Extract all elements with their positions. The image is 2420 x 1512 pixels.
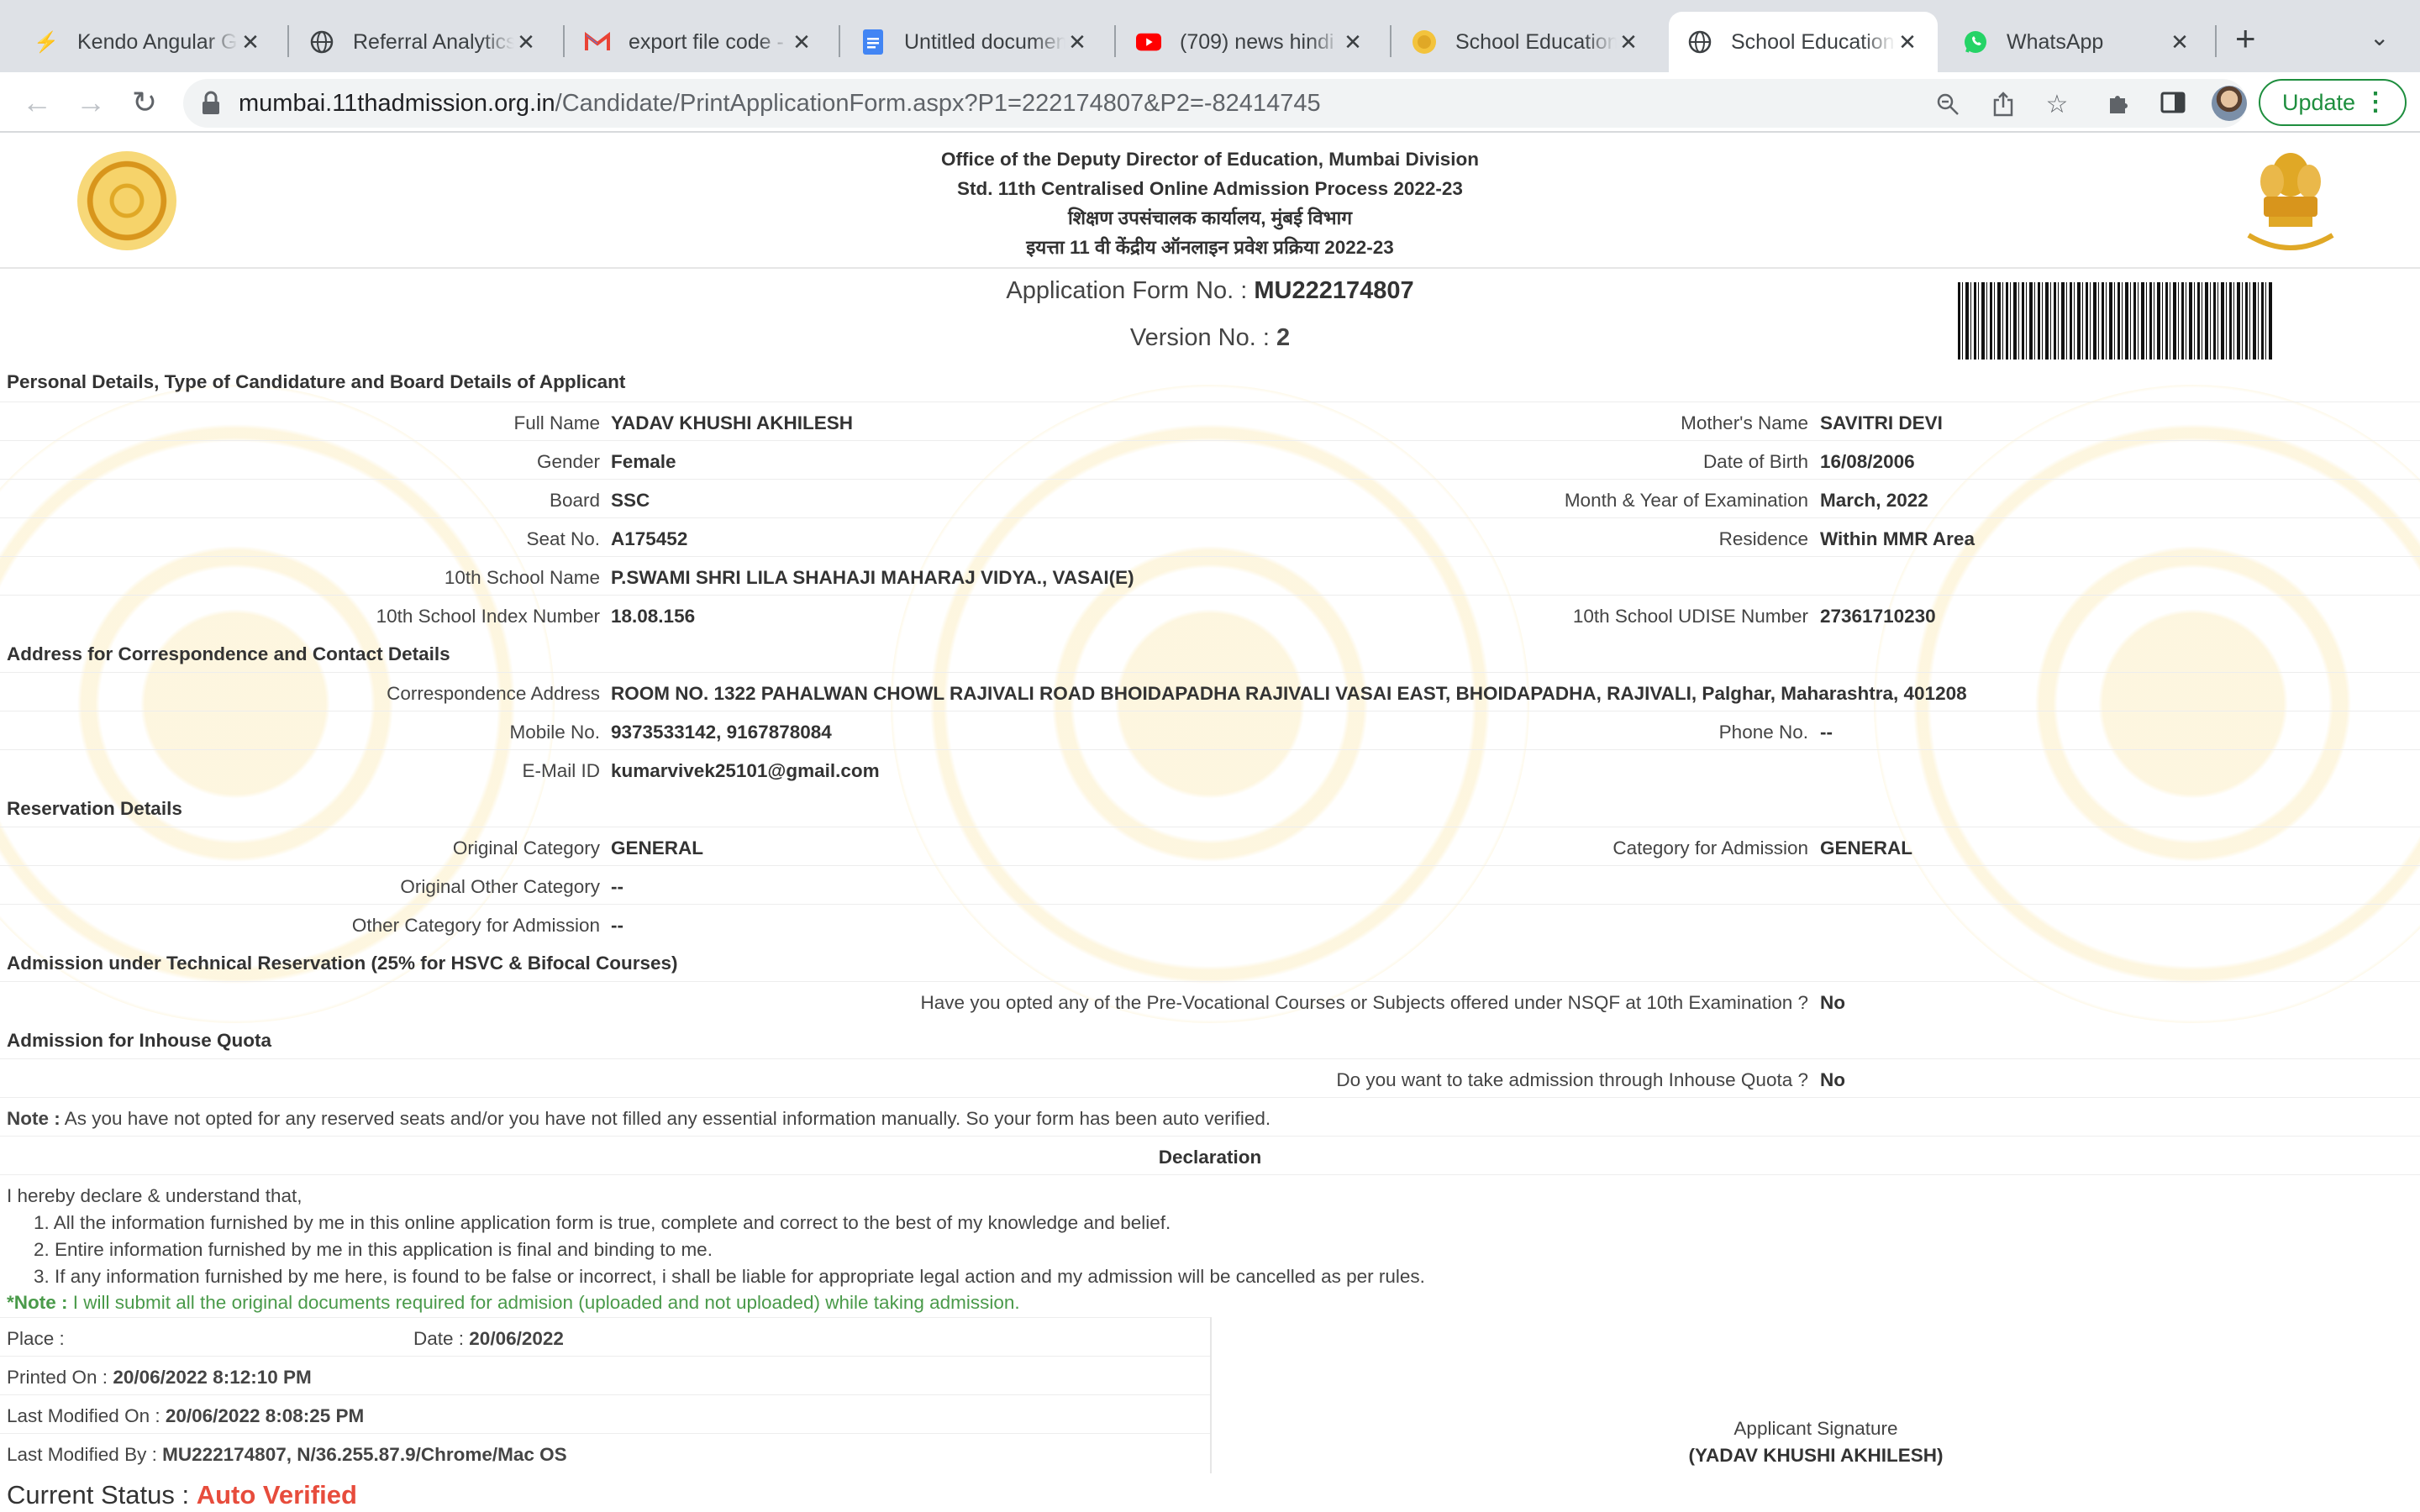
- address-bar[interactable]: mumbai.11thadmission.org.in/Candidate/Pr…: [183, 79, 2247, 128]
- close-icon[interactable]: ✕: [1896, 29, 1919, 55]
- lock-icon[interactable]: [202, 91, 220, 116]
- row-original-other-category: Original Other Category --: [0, 865, 2420, 904]
- auto-verified-note: Note : As you have not opted for any res…: [0, 1097, 2420, 1136]
- tab-title: Kendo Angular Gr: [77, 29, 239, 54]
- tab-gmail[interactable]: export file code - ✕: [566, 12, 832, 72]
- section-reservation: Reservation Details: [7, 798, 182, 819]
- document-note: *Note : I will submit all the original d…: [7, 1292, 1020, 1313]
- row-other-category-admission: Other Category for Admission --: [0, 904, 2420, 942]
- row-name: Full Name YADAV KHUSHI AKHILESH Mother's…: [0, 402, 2420, 440]
- seal-icon: [1412, 29, 1437, 55]
- national-emblem-logo: [2247, 153, 2334, 250]
- globe-icon: [309, 29, 334, 55]
- tab-school-education-2[interactable]: School Education ✕: [1669, 12, 1938, 72]
- section-personal-details: Personal Details, Type of Candidature an…: [7, 371, 626, 392]
- barcode: [1958, 282, 2272, 360]
- row-school: 10th School Name P.SWAMI SHRI LILA SHAHA…: [0, 556, 2420, 595]
- tab-kendo[interactable]: ⚡ Kendo Angular Gr ✕: [15, 12, 281, 72]
- row-nsqf-question: Have you opted any of the Pre-Vocational…: [0, 981, 2420, 1020]
- new-tab-button[interactable]: +: [2235, 21, 2256, 56]
- office-title-marathi: शिक्षण उपसंचालक कार्यालय, मुंबई विभाग: [1067, 207, 1353, 228]
- signature-label: Applicant Signature: [1733, 1418, 1898, 1439]
- close-icon[interactable]: ✕: [1341, 29, 1365, 55]
- office-title: Office of the Deputy Director of Educati…: [940, 149, 1480, 170]
- side-panel-icon[interactable]: [2154, 84, 2191, 121]
- row-gender: Gender Female Date of Birth 16/08/2006: [0, 440, 2420, 479]
- gmail-icon: [585, 29, 610, 55]
- extensions-icon[interactable]: [2101, 84, 2138, 121]
- browser-toolbar: ← → ↻ mumbai.11thadmission.org.in/Candid…: [0, 72, 2420, 133]
- signature-name: (YADAV KHUSHI AKHILESH): [1688, 1445, 1944, 1466]
- tab-title: Untitled documen: [904, 29, 1065, 54]
- row-inhouse-question: Do you want to take admission through In…: [0, 1058, 2420, 1097]
- bookmark-star-icon[interactable]: ☆: [2040, 87, 2074, 121]
- section-inhouse-quota: Admission for Inhouse Quota: [7, 1030, 272, 1051]
- row-mobile: Mobile No. 9373533142, 9167878084 Phone …: [0, 711, 2420, 749]
- youtube-icon: [1136, 29, 1161, 55]
- tab-strip: ⚡ Kendo Angular Gr ✕ Referral Analytics …: [0, 0, 2420, 72]
- close-icon[interactable]: ✕: [1617, 29, 1640, 55]
- row-correspondence-address: Correspondence Address ROOM NO. 1322 PAH…: [0, 672, 2420, 711]
- declaration-heading-row: Declaration: [0, 1136, 2420, 1174]
- tab-school-education-1[interactable]: School Education ✕: [1393, 12, 1659, 72]
- current-status: Current Status : Auto Verified: [7, 1480, 357, 1509]
- close-icon[interactable]: ✕: [790, 29, 813, 55]
- tab-youtube[interactable]: (709) news hindi ✕: [1118, 12, 1383, 72]
- row-original-category: Original Category GENERAL Category for A…: [0, 827, 2420, 865]
- process-title-marathi: इयत्ता 11 वी केंद्रीय ऑनलाइन प्रवेश प्रक…: [1026, 237, 1394, 258]
- update-button[interactable]: Update ⋮: [2259, 79, 2407, 126]
- close-icon[interactable]: ✕: [1065, 29, 1089, 55]
- more-icon: ⋮: [2363, 88, 2388, 116]
- profile-avatar[interactable]: [2212, 86, 2247, 121]
- tab-title: School Education: [1731, 29, 1895, 54]
- tab-title: Referral Analytics: [353, 29, 514, 54]
- tab-whatsapp[interactable]: WhatsApp ✕: [1944, 12, 2210, 72]
- close-icon[interactable]: ✕: [2168, 29, 2191, 55]
- globe-icon: [1687, 29, 1712, 55]
- row-last-modified-on: Last Modified On : 20/06/2022 8:08:25 PM: [0, 1394, 1210, 1433]
- close-icon[interactable]: ✕: [239, 29, 262, 55]
- tab-referral[interactable]: Referral Analytics ✕: [291, 12, 556, 72]
- row-school-index: 10th School Index Number 18.08.156 10th …: [0, 595, 2420, 633]
- whatsapp-icon: [1963, 29, 1988, 55]
- mother-name-value: SAVITRI DEVI: [1820, 412, 1943, 433]
- declaration-item: 1. All the information furnished by me i…: [34, 1212, 1171, 1233]
- url-text[interactable]: mumbai.11thadmission.org.in/Candidate/Pr…: [239, 90, 1321, 118]
- row-printed-on: Printed On : 20/06/2022 8:12:10 PM: [0, 1356, 1210, 1394]
- section-technical-reservation: Admission under Technical Reservation (2…: [7, 953, 678, 974]
- row-place-date: Place : Date : 20/06/2022: [0, 1317, 1210, 1356]
- forward-icon[interactable]: →: [69, 81, 113, 124]
- docs-icon: [860, 29, 886, 55]
- tab-title: WhatsApp: [2007, 29, 2104, 54]
- zoom-icon[interactable]: [1931, 87, 1965, 121]
- tab-search-icon[interactable]: ⌄: [2370, 24, 2389, 51]
- section-declaration: Declaration: [1158, 1147, 1262, 1168]
- tab-title: School Education: [1455, 29, 1617, 54]
- application-form-page: Office of the Deputy Director of Educati…: [0, 133, 2420, 1512]
- declaration-item: 3. If any information furnished by me he…: [34, 1266, 1425, 1287]
- row-last-modified-by: Last Modified By : MU222174807, N/36.255…: [0, 1433, 1210, 1472]
- process-title: Std. 11th Centralised Online Admission P…: [957, 178, 1463, 199]
- back-icon[interactable]: ←: [15, 81, 59, 124]
- full-name-value: YADAV KHUSHI AKHILESH: [611, 412, 853, 433]
- share-icon[interactable]: [1986, 87, 2020, 121]
- declaration-block: I hereby declare & understand that, 1. A…: [0, 1174, 2420, 1289]
- maharashtra-seal-logo: [77, 151, 176, 250]
- bolt-icon: ⚡: [34, 30, 59, 54]
- form-header: Office of the Deputy Director of Educati…: [0, 133, 2420, 269]
- tab-title: (709) news hindi: [1180, 29, 1334, 54]
- section-address: Address for Correspondence and Contact D…: [7, 643, 450, 664]
- row-seat: Seat No. A175452 Residence Within MMR Ar…: [0, 517, 2420, 556]
- declaration-item: 2. Entire information furnished by me in…: [34, 1239, 713, 1260]
- tab-docs[interactable]: Untitled documen ✕: [842, 12, 1107, 72]
- row-email: E-Mail ID kumarvivek25101@gmail.com: [0, 749, 2420, 788]
- row-board: Board SSC Month & Year of Examination Ma…: [0, 479, 2420, 517]
- tab-title: export file code -: [629, 29, 784, 54]
- reload-icon[interactable]: ↻: [123, 81, 166, 124]
- close-icon[interactable]: ✕: [514, 29, 538, 55]
- status-value: Auto Verified: [196, 1480, 357, 1509]
